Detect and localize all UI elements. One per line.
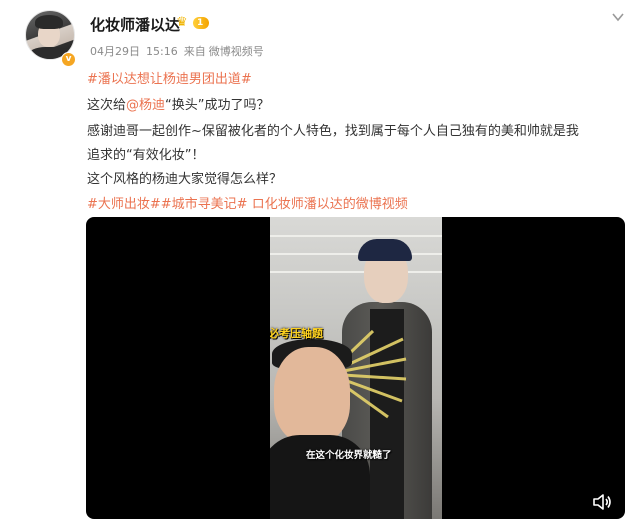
video-frame[interactable]: 必考压轴题 在这个化妆界就糙了 <box>270 217 442 519</box>
post-source[interactable]: 微博视频号 <box>209 45 264 58</box>
vip-badge[interactable]: ♛ 1 <box>176 15 210 30</box>
crown-icon: ♛ <box>176 15 188 30</box>
video-sticker: 必考压轴题 <box>270 327 323 340</box>
mention-link[interactable]: @杨迪 <box>126 98 165 113</box>
post-date[interactable]: 04月29日 <box>90 45 140 58</box>
person-front <box>274 347 350 443</box>
line1-post: “换头”成功了吗？ <box>165 98 270 113</box>
volume-icon[interactable] <box>592 493 612 511</box>
video-subtitle: 在这个化妆界就糙了 <box>306 450 392 461</box>
line1-pre: 这次给 <box>87 98 127 113</box>
cap <box>358 239 412 261</box>
verified-badge-icon: v <box>61 52 76 67</box>
avatar-hair <box>35 15 63 29</box>
source-prefix: 来自 <box>183 45 206 58</box>
hashtag-title[interactable]: #潘以达想让杨迪男团出道# <box>87 68 252 87</box>
video-player[interactable]: 必考压轴题 在这个化妆界就糙了 <box>86 217 625 519</box>
chevron-down-icon[interactable] <box>611 10 625 24</box>
post-time[interactable]: 15:16 <box>146 45 178 58</box>
tags-line[interactable]: #大师出妆##城市寻美记# ロ化妆师潘以达的微博视频 <box>87 193 408 212</box>
author-name[interactable]: 化妆师潘以达 <box>90 14 180 35</box>
post-line-2: 感谢迪哥一起创作~保留被化者的个人特色，找到属于每个人自己独有的美和帅就是我 <box>87 124 579 139</box>
post-meta: 04月29日 15:16 来自 微博视频号 <box>90 43 270 59</box>
vip-level: 1 <box>193 17 210 29</box>
hashtag-link[interactable]: #潘以达想让杨迪男团出道# <box>87 72 252 87</box>
post-line-4: 这个风格的杨迪大家觉得怎么样？ <box>87 172 283 187</box>
post-line-1: 这次给@杨迪“换头”成功了吗？ <box>87 94 270 113</box>
post-line-3: 追求的“有效化妆”！ <box>87 148 205 163</box>
